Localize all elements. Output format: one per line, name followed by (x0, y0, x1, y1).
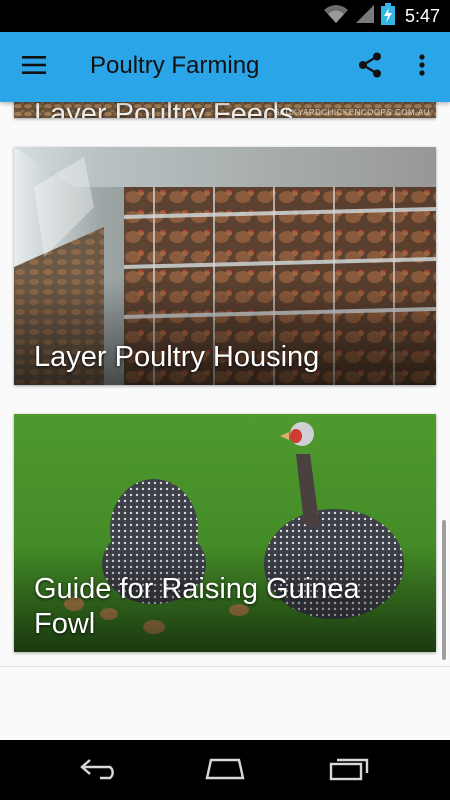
article-card-layer-housing[interactable]: Layer Poultry Housing (14, 147, 436, 385)
menu-icon (22, 55, 46, 79)
share-icon (358, 52, 382, 83)
recents-icon (327, 755, 373, 786)
home-button[interactable] (195, 750, 255, 790)
battery-charging-icon (380, 2, 395, 30)
back-button[interactable] (70, 750, 130, 790)
image-watermark: BACKYARDCHICKENCOOPS.COM.AU (273, 108, 430, 117)
app-bar: Poultry Farming (0, 32, 450, 102)
signal-icon (355, 4, 375, 29)
menu-button[interactable] (14, 49, 54, 85)
system-nav-bar (0, 740, 450, 800)
recents-button[interactable] (320, 750, 380, 790)
card-title: Guide for Raising Guinea Fowl (34, 573, 360, 640)
more-vert-icon (419, 53, 425, 81)
more-options-button[interactable] (404, 49, 440, 85)
status-time: 5:47 (404, 5, 440, 26)
app-title: Poultry Farming (90, 52, 260, 79)
list-divider (0, 666, 450, 667)
article-list[interactable]: Layer Poultry Feeds BACKYARDCHICKENCOOPS… (0, 102, 450, 740)
back-icon (78, 756, 122, 785)
status-bar: 5:47 (0, 0, 450, 32)
share-button[interactable] (350, 49, 390, 85)
home-icon (201, 756, 249, 785)
card-title: Layer Poultry Housing (34, 341, 320, 373)
article-card-guinea-fowl[interactable]: Guide for Raising Guinea Fowl (14, 414, 436, 652)
wifi-icon (323, 4, 349, 29)
article-card-layer-feeds[interactable]: Layer Poultry Feeds BACKYARDCHICKENCOOPS… (14, 102, 436, 118)
scrollbar[interactable] (442, 520, 446, 660)
